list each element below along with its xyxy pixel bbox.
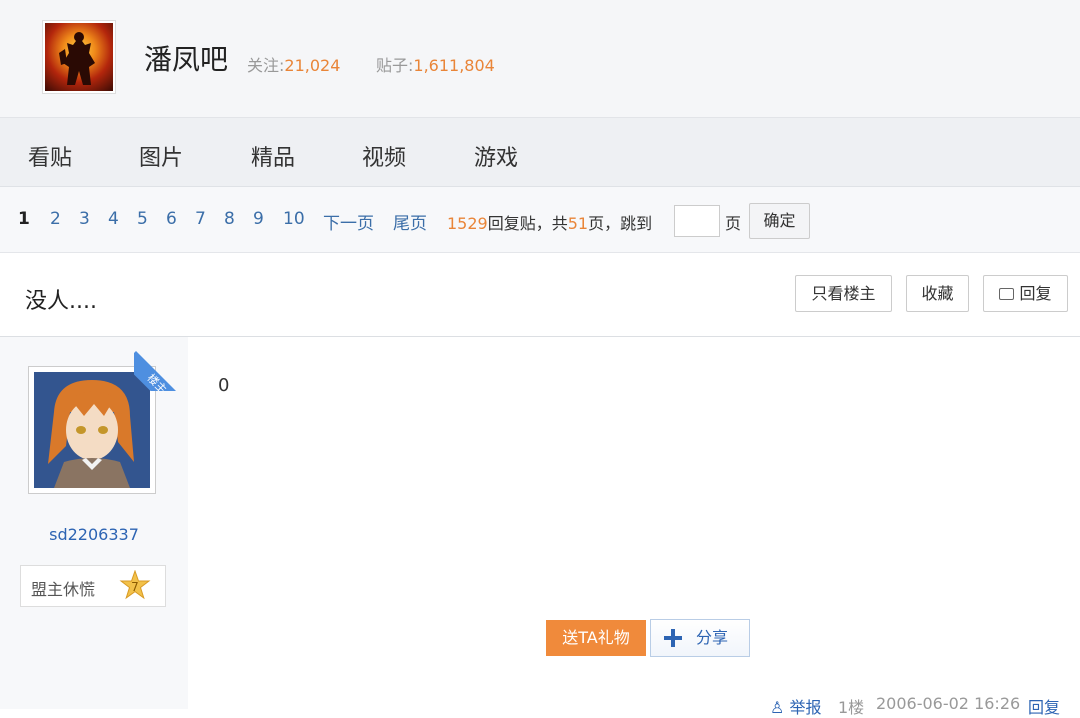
- jump-confirm-button[interactable]: 确定: [749, 203, 810, 239]
- forum-nav: 看贴 图片 精品 视频 游戏: [0, 118, 1080, 187]
- next-page-link[interactable]: 下一页: [323, 209, 374, 234]
- only-op-button[interactable]: 只看楼主: [795, 275, 892, 312]
- nav-tab-posts[interactable]: 看贴: [28, 140, 72, 172]
- posts-label: 贴子:: [376, 56, 414, 75]
- author-panel: sd2206337 盟主休慌 7: [0, 337, 188, 709]
- level-badge[interactable]: 盟主休慌 7: [20, 565, 166, 607]
- post-reply-link[interactable]: 回复: [1028, 694, 1060, 718]
- page-link[interactable]: 9: [253, 209, 264, 229]
- op-badge-label: 楼主: [134, 351, 188, 391]
- reply-count: 1529: [447, 214, 488, 233]
- level-title: 盟主休慌: [31, 580, 96, 599]
- plus-icon: [664, 629, 682, 647]
- floor-number: 1楼: [838, 698, 865, 717]
- page-link[interactable]: 4: [108, 209, 119, 229]
- page-link[interactable]: 5: [137, 209, 148, 229]
- thread-title-bar: 没人.... 只看楼主 收藏 回复: [0, 253, 1080, 337]
- page-link[interactable]: 2: [50, 209, 61, 229]
- forum-title[interactable]: 潘凤吧: [144, 38, 228, 78]
- author-username[interactable]: sd2206337: [0, 525, 188, 544]
- share-label: 分享: [696, 628, 729, 647]
- reply-summary: 1529回复贴，共51页，跳到: [447, 210, 652, 234]
- page-link[interactable]: 3: [79, 209, 90, 229]
- jump-page-input[interactable]: [674, 205, 720, 237]
- page-link[interactable]: 8: [224, 209, 235, 229]
- forum-logo[interactable]: [42, 20, 116, 94]
- follow-stat: 关注:21,024: [247, 52, 340, 76]
- nav-tab-images[interactable]: 图片: [139, 140, 183, 172]
- pagination-bar: 1 2 3 4 5 6 7 8 9 10 下一页 尾页 1529回复贴，共51页…: [0, 187, 1080, 253]
- post-time: 2006-06-02 16:26: [876, 694, 1021, 713]
- posts-count: 1,611,804: [413, 56, 495, 75]
- total-pages: 51: [567, 214, 589, 233]
- page-unit-label: 页: [725, 214, 742, 233]
- total-pages-suffix: 页，跳到: [588, 214, 653, 233]
- favorite-button[interactable]: 收藏: [906, 275, 969, 312]
- page-link[interactable]: 6: [166, 209, 177, 229]
- thread-title: 没人....: [25, 289, 97, 314]
- page-link[interactable]: 7: [195, 209, 206, 229]
- report-label: 举报: [789, 698, 822, 717]
- reply-count-label: 回复贴，共: [487, 214, 568, 233]
- forum-header: 潘凤吧 关注:21,024 贴子:1,611,804: [0, 0, 1080, 118]
- nav-tab-games[interactable]: 游戏: [474, 140, 518, 172]
- reply-button[interactable]: 回复: [983, 275, 1068, 312]
- follow-label: 关注:: [247, 56, 285, 75]
- page-current: 1: [18, 209, 30, 229]
- report-link[interactable]: ♙ 举报: [770, 694, 821, 718]
- level-number: 7: [131, 580, 139, 594]
- page-link[interactable]: 10: [283, 209, 305, 229]
- nav-tab-featured[interactable]: 精品: [251, 140, 295, 172]
- posts-stat: 贴子:1,611,804: [376, 52, 495, 76]
- nav-tab-videos[interactable]: 视频: [362, 140, 406, 172]
- comment-icon: [999, 288, 1015, 300]
- follow-count: 21,024: [284, 56, 341, 75]
- reply-button-label: 回复: [1019, 284, 1052, 303]
- post-content: 0: [218, 375, 230, 396]
- op-badge: 楼主: [134, 337, 188, 391]
- send-gift-button[interactable]: 送TA礼物: [546, 620, 646, 656]
- last-page-link[interactable]: 尾页: [393, 209, 427, 234]
- post-floor-1: sd2206337 盟主休慌 7 楼主 0 送TA礼物 分享 ♙ 举报 1楼 2…: [0, 337, 1080, 717]
- share-button[interactable]: 分享: [650, 619, 750, 657]
- level-star-icon: 7: [119, 570, 151, 600]
